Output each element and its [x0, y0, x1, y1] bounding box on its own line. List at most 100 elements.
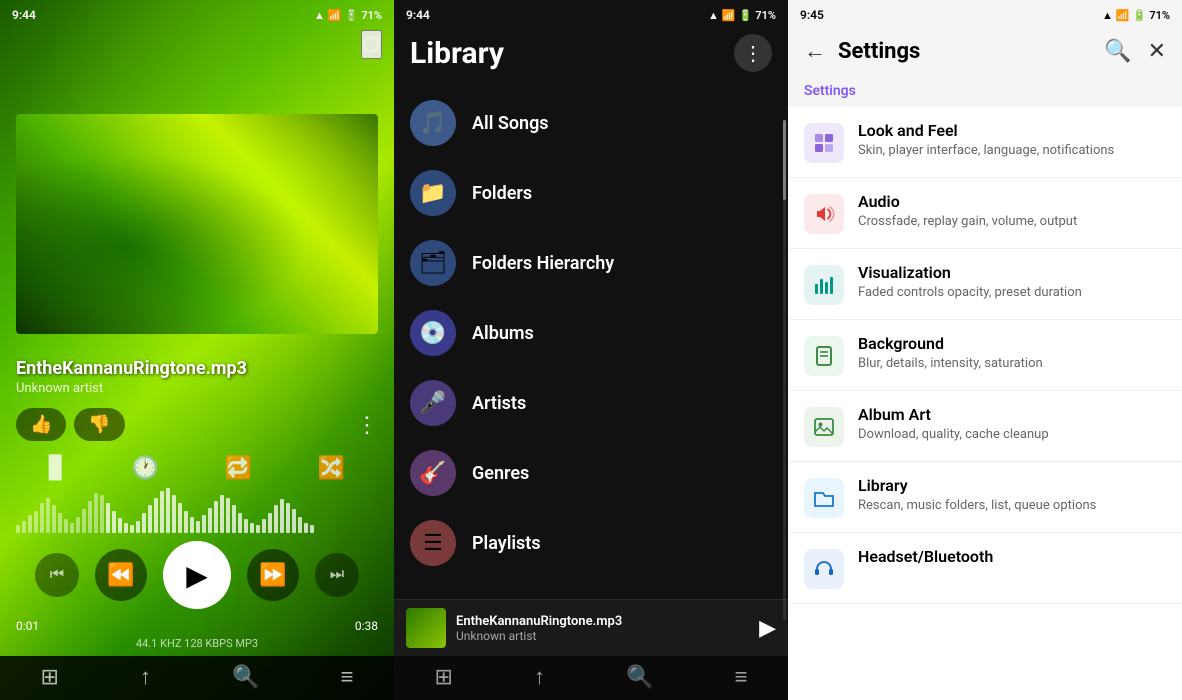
library-item[interactable]: 🎸Genres — [394, 438, 788, 508]
settings-item-title: Album Art — [858, 405, 1166, 424]
settings-item-desc: Rescan, music folders, list, queue optio… — [858, 497, 1166, 515]
wifi-icon: ▲ — [314, 9, 325, 22]
library-item[interactable]: 🗂Folders Hierarchy — [394, 228, 788, 298]
settings-item[interactable]: LibraryRescan, music folders, list, queu… — [788, 462, 1182, 533]
mini-player[interactable]: EntheKannanuRingtone.mp3 Unknown artist … — [394, 599, 788, 656]
settings-item[interactable]: Headset/Bluetooth — [788, 533, 1182, 604]
waveform-bar — [184, 511, 188, 533]
settings-back-button[interactable]: ← — [800, 34, 830, 68]
settings-panel: 9:45 ▲ 📶 🔋 71% ← Settings 🔍 ✕ Settings L… — [788, 0, 1182, 700]
waveform-bar — [172, 495, 176, 533]
waveform-bar — [244, 519, 248, 533]
waveform-bar — [214, 501, 218, 533]
waveform-bar — [250, 523, 254, 533]
mini-player-title: EntheKannanuRingtone.mp3 — [456, 614, 749, 629]
total-time: 0:38 — [355, 619, 378, 633]
library-item[interactable]: ☰Playlists — [394, 508, 788, 578]
lib-nav-home-button[interactable]: ⊞ — [435, 664, 453, 690]
library-item[interactable]: 📁Folders — [394, 158, 788, 228]
waveform-bar — [202, 515, 206, 533]
waveform-bar — [136, 521, 140, 533]
waveform-bar — [124, 523, 128, 533]
settings-item-text: VisualizationFaded controls opacity, pre… — [858, 263, 1166, 302]
settings-item-icon — [804, 123, 844, 163]
player-status-icons: ▲ 📶 🔋 71% — [314, 9, 382, 22]
nav-home-button[interactable]: ⊞ — [41, 664, 59, 690]
settings-item-text: LibraryRescan, music folders, list, queu… — [858, 476, 1166, 515]
waveform-bar — [58, 513, 62, 533]
library-item[interactable]: 🎵All Songs — [394, 88, 788, 158]
waveform-bar — [70, 523, 74, 533]
signal-icon: 📶 — [328, 9, 342, 22]
lib-nav-menu-button[interactable]: ≡ — [735, 664, 748, 690]
settings-item[interactable]: Look and FeelSkin, player interface, lan… — [788, 107, 1182, 178]
settings-item-text: Look and FeelSkin, player interface, lan… — [858, 121, 1166, 160]
settings-item[interactable]: VisualizationFaded controls opacity, pre… — [788, 249, 1182, 320]
lib-nav-search-button[interactable]: 🔍 — [626, 664, 653, 690]
settings-header: ← Settings 🔍 ✕ — [788, 26, 1182, 76]
more-options-button[interactable]: ⋮ — [356, 412, 378, 438]
mini-play-button[interactable]: ▶ — [759, 615, 776, 641]
artwork-area — [0, 63, 394, 350]
play-pause-button[interactable]: ▶ — [163, 541, 231, 609]
history-button[interactable]: 🕐 — [131, 455, 158, 481]
settings-item-title: Background — [858, 334, 1166, 353]
breadcrumb-text: Settings — [804, 83, 856, 99]
settings-item[interactable]: Album Art Download, quality, cache cleanu… — [788, 391, 1182, 462]
settings-breadcrumb: Settings — [788, 76, 1182, 107]
cast-button[interactable]: ⬡ — [361, 30, 382, 59]
equalizer-button[interactable]: ▊ — [49, 455, 66, 481]
shuffle-button[interactable]: 🔀 — [318, 455, 345, 481]
settings-item-text: Headset/Bluetooth — [858, 547, 1166, 568]
waveform-bar — [208, 508, 212, 533]
settings-close-button[interactable]: ✕ — [1144, 34, 1170, 68]
waveform-bar — [46, 498, 50, 533]
waveform-bar — [262, 519, 266, 533]
library-time: 9:44 — [406, 8, 430, 22]
settings-item-title: Headset/Bluetooth — [858, 547, 1166, 566]
library-item-label: Albums — [472, 323, 534, 344]
library-item[interactable]: 💿Albums — [394, 298, 788, 368]
skip-forward-far-button[interactable]: ⏭ — [315, 553, 359, 597]
nav-equalizer-button[interactable]: ↑ — [140, 664, 151, 690]
artist-name: Unknown artist — [16, 381, 378, 396]
waveform-bar — [286, 503, 290, 533]
waveform-bar — [274, 505, 278, 533]
library-item-icon: 🎤 — [410, 380, 456, 426]
waveform-bar — [52, 505, 56, 533]
nav-menu-button[interactable]: ≡ — [341, 664, 354, 690]
player-progress: 0:01 0:38 — [0, 617, 394, 635]
like-button[interactable]: 👍 — [16, 408, 66, 441]
waveform-bar — [178, 503, 182, 533]
library-item-icon: 🗂 — [410, 240, 456, 286]
waveform-bar — [22, 521, 26, 533]
fast-forward-button[interactable]: ⏩ — [247, 549, 299, 601]
waveform-bar — [94, 493, 98, 533]
library-item-label: Genres — [472, 463, 529, 484]
mini-player-artist: Unknown artist — [456, 629, 749, 643]
repeat-button[interactable]: 🔁 — [225, 455, 252, 481]
skip-back-far-button[interactable]: ⏮ — [35, 553, 79, 597]
nav-search-button[interactable]: 🔍 — [232, 664, 259, 690]
player-content: 9:44 ▲ 📶 🔋 71% ⬡ EntheKannanuRingtone.mp… — [0, 0, 394, 700]
settings-item[interactable]: AudioCrossfade, replay gain, volume, out… — [788, 178, 1182, 249]
library-item[interactable]: 🎤Artists — [394, 368, 788, 438]
settings-item[interactable]: BackgroundBlur, details, intensity, satu… — [788, 320, 1182, 391]
lib-nav-eq-button[interactable]: ↑ — [534, 664, 545, 690]
library-item-icon: ☰ — [410, 520, 456, 566]
waveform-bar — [148, 505, 152, 533]
library-more-button[interactable]: ⋮ — [734, 34, 772, 72]
library-item-icon: 📁 — [410, 170, 456, 216]
player-info-section: EntheKannanuRingtone.mp3 Unknown artist — [0, 350, 394, 400]
waveform-bar — [106, 503, 110, 533]
waveform-bar — [118, 518, 122, 533]
rewind-button[interactable]: ⏪ — [95, 549, 147, 601]
settings-item-desc: Download, quality, cache cleanup — [858, 426, 1166, 444]
settings-search-button[interactable]: 🔍 — [1100, 34, 1135, 68]
dislike-button[interactable]: 👎 — [74, 408, 124, 441]
library-title: Library — [410, 36, 504, 71]
waveform-bar — [64, 519, 68, 533]
settings-status-icons: ▲ 📶 🔋 71% — [1102, 9, 1170, 22]
player-status-bar: 9:44 ▲ 📶 🔋 71% — [0, 0, 394, 26]
set-battery-level: 71% — [1149, 9, 1170, 22]
